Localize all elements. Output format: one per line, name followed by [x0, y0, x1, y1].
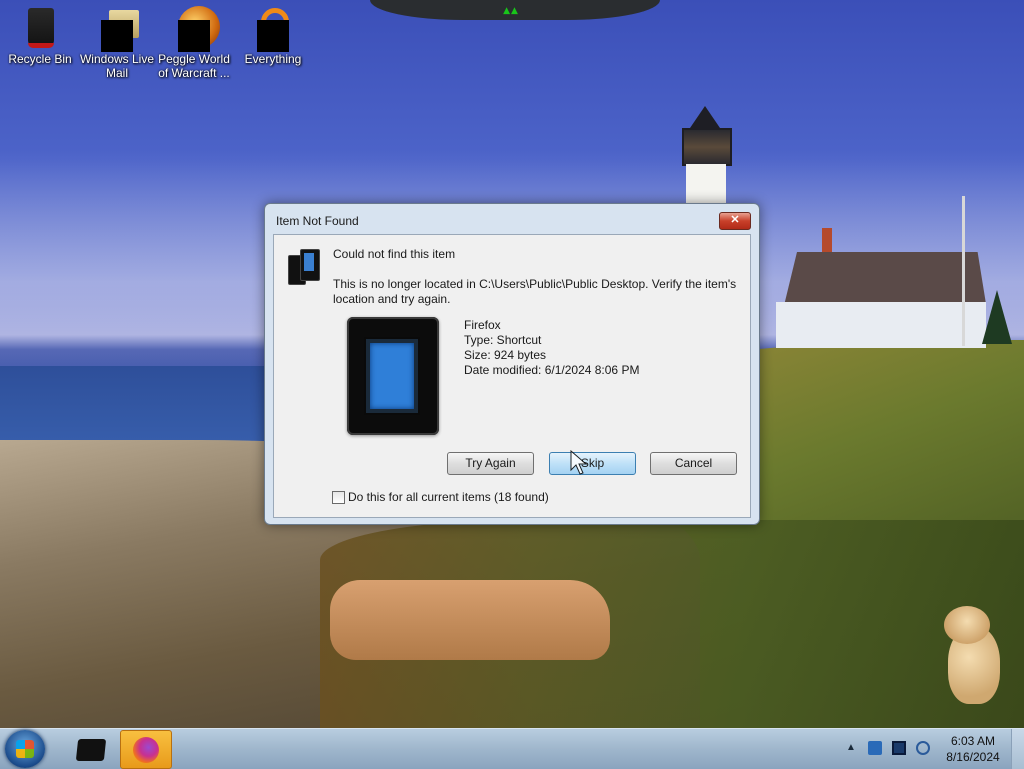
clock[interactable]: 6:03 AM 8/16/2024 [940, 733, 1006, 765]
system-tray: ▲ 6:03 AM 8/16/2024 [842, 729, 1024, 769]
dialog-headline: Could not find this item [333, 247, 456, 261]
close-button[interactable]: ✕ [719, 212, 751, 230]
file-name: Firefox [464, 318, 501, 332]
lighthouse [666, 106, 744, 206]
lighthouse-cap [690, 106, 720, 128]
lighthouse-tower [686, 164, 726, 206]
house-body [776, 302, 986, 348]
skip-button[interactable]: Skip [549, 452, 636, 475]
house-roof [784, 252, 986, 304]
lighthouse-lamp [682, 128, 732, 166]
dialog-content: Could not find this item This is no long… [273, 234, 751, 518]
file-size: Size: 924 bytes [464, 348, 547, 362]
cancel-button[interactable]: Cancel [650, 452, 737, 475]
top-gadget: ▲▲ [370, 0, 660, 20]
taskbar-firefox-button[interactable] [120, 730, 172, 769]
desktop-icon-label: Windows Live Mail [79, 52, 155, 80]
file-modified: Date modified: 6/1/2024 8:06 PM [464, 363, 640, 377]
peggle-icon [176, 4, 220, 52]
dialog-titlebar[interactable]: Item Not Found ✕ [265, 204, 759, 232]
explorer-icon [75, 739, 107, 761]
desktop-icon-recycle-bin[interactable]: Recycle Bin [0, 4, 81, 66]
windows-live-mail-icon [99, 4, 139, 52]
hamster-head [944, 606, 990, 644]
clock-date: 8/16/2024 [946, 750, 1000, 764]
everything-icon [255, 4, 291, 52]
show-hidden-icons-button[interactable]: ▲ [846, 742, 856, 753]
windows-logo-icon [16, 740, 34, 758]
file-thumbnail-screen [370, 343, 414, 409]
hamster-gadget[interactable] [942, 606, 1006, 706]
taskbar: ▲ 6:03 AM 8/16/2024 [0, 728, 1024, 769]
action-center-icon[interactable] [868, 741, 882, 755]
apply-all-checkbox[interactable] [332, 491, 345, 504]
file-details: Firefox Type: Shortcut Size: 924 bytes D… [464, 318, 639, 378]
desktop-icon-label: Peggle World of Warcraft ... [158, 52, 230, 80]
item-not-found-dialog: Item Not Found ✕ Could not find this ite… [264, 203, 760, 525]
desktop-icon-peggle[interactable]: Peggle World of Warcraft ... [153, 4, 235, 80]
try-again-button[interactable]: Try Again [447, 452, 534, 475]
mouse-pointer-icon [570, 450, 588, 475]
apply-all-label[interactable]: Do this for all current items (18 found) [348, 490, 549, 504]
recycle-bin-icon [22, 4, 58, 48]
house [776, 228, 986, 348]
firefox-icon [133, 737, 159, 763]
dialog-message: This is no longer located in C:\Users\Pu… [333, 277, 737, 306]
flag-pole [962, 196, 965, 346]
dialog-title: Item Not Found [276, 214, 359, 228]
desktop-background: ▲▲ Recycle Bin Windows Live Mail Peggle … [0, 0, 1024, 728]
network-icon[interactable] [892, 741, 906, 755]
desktop-icon-label: Recycle Bin [8, 52, 72, 66]
volume-icon[interactable] [916, 741, 930, 755]
missing-file-icon [286, 247, 320, 285]
desktop-icon-label: Everything [244, 52, 302, 66]
gadget-led-icon: ▲▲ [503, 6, 519, 16]
file-thumbnail [347, 317, 439, 435]
clock-time: 6:03 AM [950, 734, 996, 748]
large-rock [330, 580, 610, 660]
desktop-icon-windows-live-mail[interactable]: Windows Live Mail [76, 4, 158, 80]
file-type: Type: Shortcut [464, 333, 542, 347]
show-desktop-button[interactable] [1011, 729, 1024, 769]
taskbar-explorer-button[interactable] [66, 730, 118, 769]
file-thumbnail-frame [364, 337, 420, 415]
start-button[interactable] [5, 730, 45, 768]
desktop-icon-everything[interactable]: Everything [232, 4, 314, 66]
